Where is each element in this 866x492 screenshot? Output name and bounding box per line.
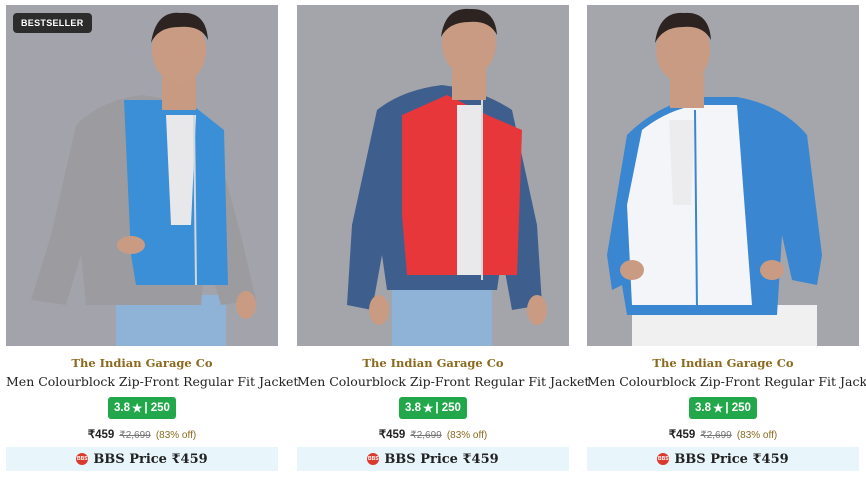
product-title[interactable]: Men Colourblock Zip-Front Regular Fit Ja…	[6, 374, 298, 389]
mrp-price: ₹2,699	[700, 430, 732, 441]
bbs-price-label: BBS Price ₹459	[384, 451, 499, 467]
review-count: | 250	[435, 402, 461, 414]
bbs-icon: BBS	[367, 453, 380, 465]
bbs-price-label: BBS Price ₹459	[674, 451, 789, 467]
review-count: | 250	[725, 402, 751, 414]
discount-text: (83% off)	[155, 430, 197, 441]
mrp-price: ₹2,699	[119, 430, 151, 441]
bbs-icon: BBS	[76, 453, 89, 465]
sale-price: ₹459	[87, 429, 115, 441]
price-row: ₹459 ₹2,699 (83% off)	[6, 427, 278, 441]
brand-name[interactable]: The Indian Garage Co	[587, 356, 859, 370]
mrp-price: ₹2,699	[410, 430, 442, 441]
brand-name[interactable]: The Indian Garage Co	[297, 356, 569, 370]
rating-value: 3.8	[695, 402, 712, 414]
product-grid: BESTSELLER The Indian Garage Co Men Colo…	[0, 0, 866, 492]
rating-badge: 3.8 ★ | 250	[689, 397, 757, 419]
product-image[interactable]	[587, 5, 859, 346]
discount-text: (83% off)	[446, 430, 488, 441]
star-icon: ★	[132, 403, 143, 415]
brand-name[interactable]: The Indian Garage Co	[6, 356, 278, 370]
bbs-icon: BBS	[657, 453, 670, 465]
discount-text: (83% off)	[736, 430, 778, 441]
rating-badge: 3.8 ★ | 250	[399, 397, 467, 419]
review-count: | 250	[144, 402, 170, 414]
rating-value: 3.8	[114, 402, 131, 414]
product-card[interactable]: The Indian Garage Co Men Colourblock Zip…	[297, 0, 589, 492]
bbs-price-banner: BBS BBS Price ₹459	[297, 447, 569, 471]
product-title[interactable]: Men Colourblock Zip-Front Regular Fit Ja…	[297, 374, 589, 389]
price-row: ₹459 ₹2,699 (83% off)	[587, 427, 859, 441]
rating-value: 3.8	[405, 402, 422, 414]
bbs-price-label: BBS Price ₹459	[93, 451, 208, 467]
bestseller-badge: BESTSELLER	[13, 13, 92, 33]
product-card[interactable]: BESTSELLER The Indian Garage Co Men Colo…	[6, 0, 298, 492]
product-card[interactable]: The Indian Garage Co Men Colourblock Zip…	[587, 0, 866, 492]
price-row: ₹459 ₹2,699 (83% off)	[297, 427, 569, 441]
star-icon: ★	[423, 403, 434, 415]
star-icon: ★	[713, 403, 724, 415]
sale-price: ₹459	[378, 429, 406, 441]
rating-badge: 3.8 ★ | 250	[108, 397, 176, 419]
product-title[interactable]: Men Colourblock Zip-Front Regular Fit Ja…	[587, 374, 866, 389]
bbs-price-banner: BBS BBS Price ₹459	[587, 447, 859, 471]
sale-price: ₹459	[668, 429, 696, 441]
bbs-price-banner: BBS BBS Price ₹459	[6, 447, 278, 471]
product-image[interactable]: BESTSELLER	[6, 5, 278, 346]
product-image[interactable]	[297, 5, 569, 346]
